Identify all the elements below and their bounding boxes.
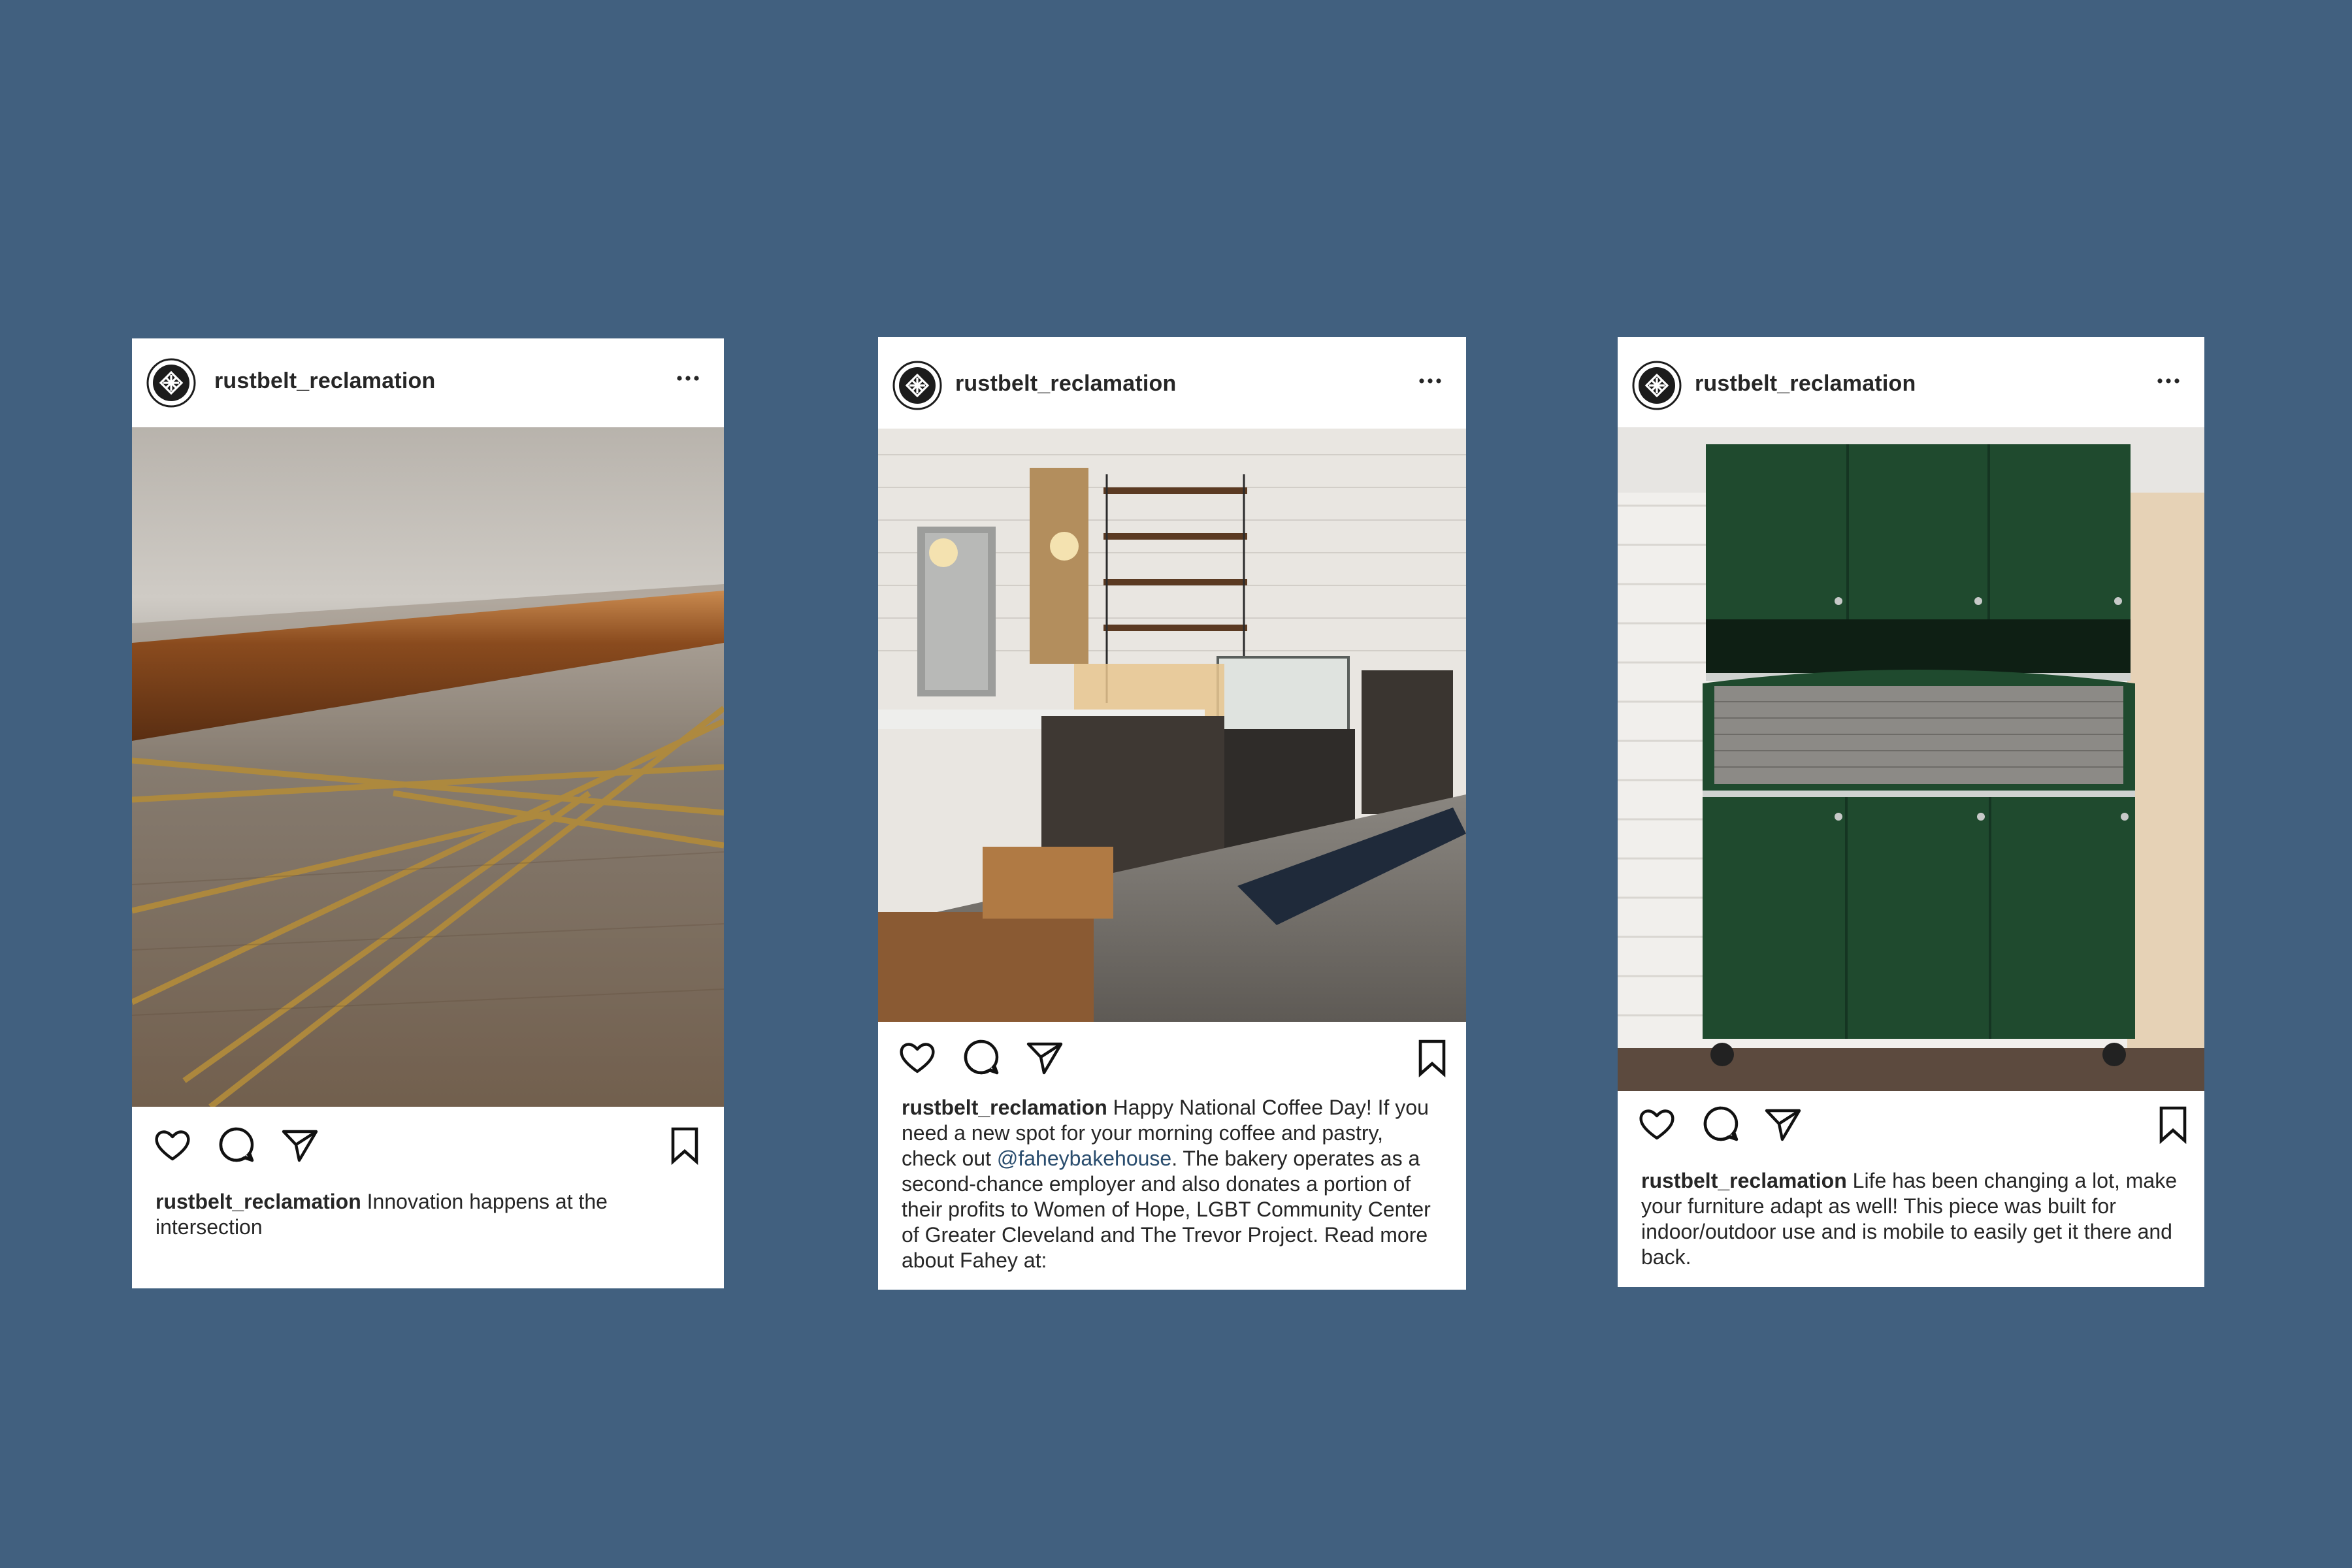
caption-username[interactable]: rustbelt_reclamation — [902, 1096, 1107, 1119]
share-icon[interactable] — [278, 1124, 320, 1166]
post-header: rustbelt_reclamation — [878, 337, 1466, 429]
post-card-1: rustbelt_reclamation rustbelt_reclamatio… — [132, 338, 724, 1288]
post-actions — [1618, 1094, 2204, 1159]
share-icon[interactable] — [1023, 1036, 1065, 1078]
post-card-2: rustbelt_reclamation rustbelt_reclamatio… — [878, 337, 1466, 1290]
caption-username[interactable]: rustbelt_reclamation — [1641, 1169, 1847, 1192]
bookmark-icon[interactable] — [664, 1124, 706, 1166]
username[interactable]: rustbelt_reclamation — [955, 371, 1176, 397]
post-actions — [132, 1112, 724, 1177]
username[interactable]: rustbelt_reclamation — [214, 368, 435, 394]
caption-mention-link[interactable]: @faheybakehouse — [997, 1147, 1171, 1170]
heart-icon[interactable] — [896, 1036, 938, 1078]
more-options-icon[interactable] — [672, 362, 704, 395]
caption-username[interactable]: rustbelt_reclamation — [155, 1190, 361, 1213]
comment-icon[interactable] — [960, 1036, 1002, 1078]
more-options-icon[interactable] — [2152, 365, 2185, 397]
share-icon[interactable] — [1761, 1103, 1803, 1145]
green-cabinet-photo — [1618, 427, 2204, 1091]
username[interactable]: rustbelt_reclamation — [1695, 371, 1916, 397]
more-options-icon[interactable] — [1414, 365, 1446, 397]
post-header: rustbelt_reclamation — [1618, 337, 2204, 429]
post-caption: rustbelt_reclamation Life has been chang… — [1641, 1168, 2181, 1270]
logo-avatar-icon[interactable] — [146, 358, 196, 408]
logo-avatar-icon[interactable] — [1632, 361, 1682, 410]
heart-icon[interactable] — [152, 1124, 193, 1166]
bakery-interior-photo — [878, 429, 1466, 1022]
post-card-3: rustbelt_reclamation rustbelt_reclamatio… — [1618, 337, 2204, 1287]
bookmark-icon[interactable] — [1411, 1036, 1453, 1078]
post-caption: rustbelt_reclamation Innovation happens … — [155, 1189, 700, 1240]
post-actions — [878, 1023, 1466, 1088]
post-header: rustbelt_reclamation — [132, 338, 724, 427]
bookmark-icon[interactable] — [2152, 1103, 2194, 1145]
table-edge-photo — [132, 427, 724, 1107]
comment-icon[interactable] — [216, 1124, 257, 1166]
heart-icon[interactable] — [1636, 1103, 1678, 1145]
post-caption: rustbelt_reclamation Happy National Coff… — [902, 1095, 1443, 1273]
logo-avatar-icon[interactable] — [892, 361, 942, 410]
comment-icon[interactable] — [1700, 1103, 1742, 1145]
